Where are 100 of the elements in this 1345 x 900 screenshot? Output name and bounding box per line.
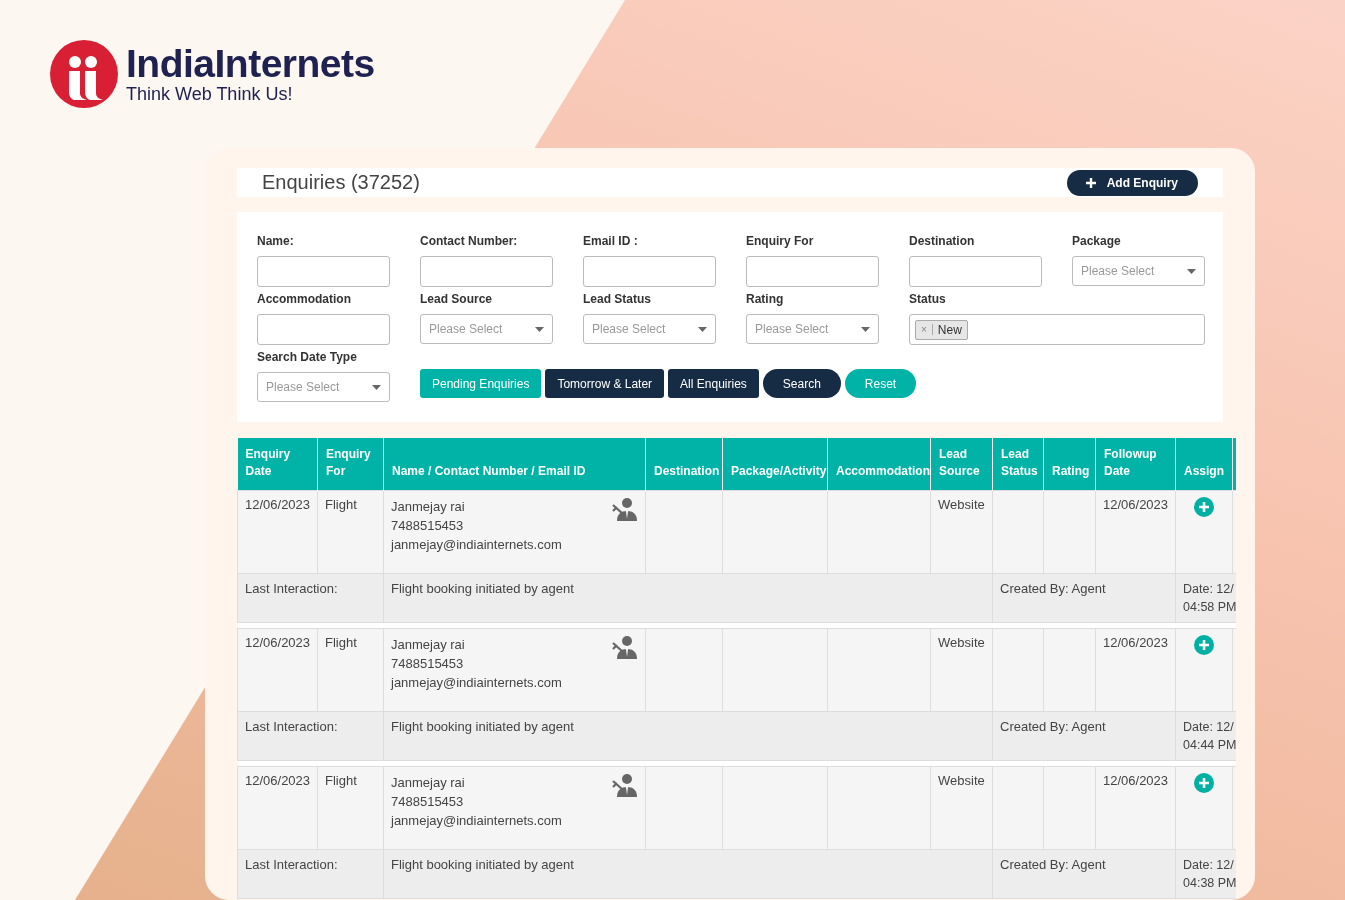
select-placeholder: Please Select	[266, 380, 340, 394]
table-cell: Created By: Agent	[992, 849, 1176, 899]
field-label: Lead Source	[420, 292, 494, 308]
field-label: Package	[1072, 234, 1122, 250]
input-field[interactable]	[746, 256, 879, 287]
input-field[interactable]	[420, 256, 553, 287]
assign-button[interactable]	[1194, 635, 1214, 655]
add-circle-icon	[1194, 773, 1214, 793]
field-label: Search Date Type	[257, 350, 358, 366]
select-placeholder: Please Select	[1081, 264, 1155, 278]
table-cell: Flight booking initiated by agent	[383, 711, 993, 761]
caret-icon	[372, 384, 381, 390]
field-label: Name:	[257, 234, 295, 250]
table-cell: Flight	[317, 490, 384, 574]
brand-name: IndiaInternets	[126, 44, 375, 84]
assign-button[interactable]	[1194, 497, 1214, 517]
contact-email: janmejay@indiainternets.com	[391, 812, 562, 830]
page-title: Enquiries (37252)	[262, 171, 420, 194]
contact-email: janmejay@indiainternets.com	[391, 674, 562, 692]
table-cell: Website	[930, 490, 993, 574]
select-placeholder: Please Select	[755, 322, 829, 336]
table-cell: 12/06/2023	[237, 766, 318, 850]
select-field[interactable]: Please Select	[1072, 256, 1205, 286]
interaction-date: Date: 12/	[1183, 581, 1234, 598]
input-field[interactable]	[257, 314, 390, 345]
select-field[interactable]: Please Select	[746, 314, 879, 344]
caret-icon	[698, 326, 707, 332]
table-cell: 12/06/2023	[1095, 628, 1176, 712]
table-cell: Created By: Agent	[992, 711, 1176, 761]
interaction-date: Date: 12/	[1183, 857, 1234, 874]
contact-phone: 7488515453	[391, 655, 465, 673]
column-header: Accommodation	[827, 438, 931, 491]
table-cell: 12/06/2023	[1095, 766, 1176, 850]
interaction-date: 04:38 PM	[1183, 875, 1234, 892]
input-field[interactable]	[909, 256, 1042, 287]
filter-button[interactable]: Pending Enquiries	[420, 369, 542, 398]
select-placeholder: Please Select	[592, 322, 666, 336]
select-field[interactable]: Please Select	[257, 372, 390, 402]
table-cell: 12/06/2023	[1095, 490, 1176, 574]
table-cell: Website	[930, 766, 993, 850]
field-label: Status	[909, 292, 947, 308]
column-header: Enquiry For	[317, 438, 384, 491]
assign-button[interactable]	[1194, 773, 1214, 793]
caret-icon	[535, 326, 544, 332]
logo-icon	[50, 40, 118, 108]
field-label: Lead Status	[583, 292, 652, 308]
field-label: Rating	[746, 292, 785, 308]
interaction-date: 04:58 PM	[1183, 599, 1234, 616]
column-header: Rating	[1043, 438, 1096, 491]
table-cell: Last Interaction:	[237, 711, 384, 761]
person-plane-icon	[612, 635, 638, 659]
filter-button[interactable]: Reset	[844, 369, 917, 398]
input-field[interactable]	[583, 256, 716, 287]
contact-name: Janmejay rai	[391, 636, 466, 654]
contact-phone: 7488515453	[391, 793, 465, 811]
select-field[interactable]: Please Select	[583, 314, 716, 344]
contact-name: Janmejay rai	[391, 498, 466, 516]
add-enquiry-button[interactable]: Add Enquiry	[1066, 169, 1198, 196]
contact-name: Janmejay rai	[391, 774, 466, 792]
tag-input-field[interactable]: × New	[909, 314, 1205, 345]
table-cell: Flight booking initiated by agent	[383, 573, 993, 623]
column-header: Name / Contact Number / Email ID	[383, 438, 646, 491]
table-cell: Flight	[317, 628, 384, 712]
column-header: Lead Status	[992, 438, 1044, 491]
interaction-date: Date: 12/	[1183, 719, 1234, 736]
add-circle-icon	[1194, 635, 1214, 655]
field-label: Contact Number:	[420, 234, 519, 250]
column-header: Assign	[1175, 438, 1233, 491]
tag-text: New	[936, 322, 963, 337]
field-label: Accommodation	[257, 292, 352, 308]
field-label: Destination	[909, 234, 976, 250]
table-cell: Last Interaction:	[237, 849, 384, 899]
person-plane-icon	[612, 497, 638, 521]
table-cell: Website	[930, 628, 993, 712]
interaction-date: 04:44 PM	[1183, 737, 1234, 754]
brand-tagline: Think Web Think Us!	[126, 84, 294, 104]
filter-button[interactable]: All Enquiries	[668, 369, 759, 398]
table-cell: 12/06/2023	[237, 490, 318, 574]
contact-email: janmejay@indiainternets.com	[391, 536, 562, 554]
column-header: Followup Date	[1095, 438, 1176, 491]
contact-phone: 7488515453	[391, 517, 465, 535]
field-label: Email ID :	[583, 234, 639, 250]
column-header: Destination	[645, 438, 723, 491]
table-cell: Flight	[317, 766, 384, 850]
remove-tag-button[interactable]: ×	[916, 324, 933, 335]
person-plane-icon	[612, 773, 638, 797]
add-circle-icon	[1194, 497, 1214, 517]
plus-icon	[1084, 176, 1097, 189]
table-cell: Last Interaction:	[237, 573, 384, 623]
column-header: Package/Activity	[722, 438, 828, 491]
table-cell: 12/06/2023	[237, 628, 318, 712]
filter-button[interactable]: Tomorrow & Later	[545, 369, 665, 398]
select-field[interactable]: Please Select	[420, 314, 553, 344]
select-placeholder: Please Select	[429, 322, 503, 336]
filter-button[interactable]: Search	[762, 369, 841, 398]
column-header: Lead Source	[930, 438, 993, 491]
field-label: Enquiry For	[746, 234, 815, 250]
table-cell: Flight booking initiated by agent	[383, 849, 993, 899]
input-field[interactable]	[257, 256, 390, 287]
caret-icon	[861, 326, 870, 332]
